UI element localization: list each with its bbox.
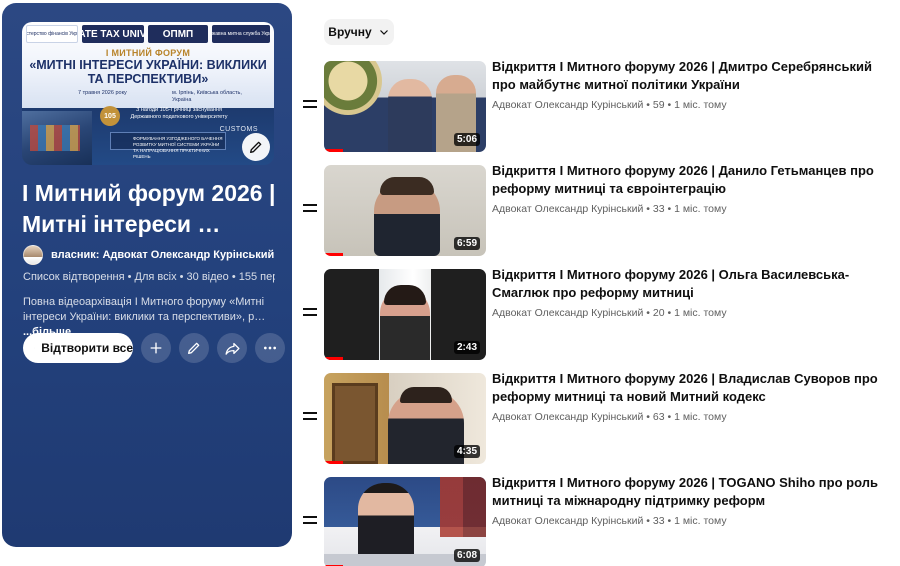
video-views: 20 [652,307,665,319]
playlist-video-item[interactable]: 5:06 Відкриття I Митного форуму 2026 | Д… [300,58,898,153]
logo-customs-service: Державна митна служба України [212,25,270,43]
video-thumbnail[interactable]: 5:06 [324,61,486,152]
video-thumbnail[interactable]: 4:35 [324,373,486,464]
video-meta: Адвокат Олександр Курінський • 20 • 1 мі… [492,307,727,319]
video-thumbnail[interactable]: 2:43 [324,269,486,360]
cover-pretitle: I МИТНИЙ ФОРУМ [105,48,191,58]
video-age: 1 міс. тому [674,411,727,423]
video-channel[interactable]: Адвокат Олександр Курінський [492,515,643,527]
drag-handle-icon[interactable] [303,516,317,526]
play-all-label: Відтворити все [41,341,133,355]
playlist-title: I Митний форум 2026 | Митні інтереси … [22,180,276,237]
drag-handle-icon[interactable] [303,100,317,110]
cover-date: 7 травня 2026 року [78,90,127,96]
playlist-owner[interactable]: власник: Адвокат Олександр Курінський [23,245,274,265]
drag-handle-icon[interactable] [303,204,317,214]
video-channel[interactable]: Адвокат Олександр Курінський [492,203,643,215]
video-age: 1 міс. тому [674,99,727,111]
video-duration: 6:59 [453,237,480,250]
cover-box-text: ФОРМУВАННЯ УЗГОДЖЕНОГО БАЧЕННЯ РОЗВИТКУ … [110,132,226,159]
video-title[interactable]: Відкриття I Митного форуму 2026 | Владис… [492,370,892,406]
watch-progress-bar [324,461,344,464]
playlist-header-panel: Міністерство фінансів України STU STATE … [2,3,292,547]
cover-badge-text: З нагоди 105-ї річниці заснування Держав… [130,107,228,120]
playlist-video-item[interactable]: 4:35 Відкриття I Митного форуму 2026 | В… [300,370,898,465]
more-actions-button[interactable] [255,333,285,363]
video-thumbnail[interactable]: 6:08 [324,477,486,566]
video-meta: Адвокат Олександр Курінський • 33 • 1 мі… [492,515,727,527]
video-age: 1 міс. тому [674,307,727,319]
video-channel[interactable]: Адвокат Олександр Курінський [492,411,643,423]
video-channel[interactable]: Адвокат Олександр Курінський [492,99,643,111]
edit-button[interactable] [179,333,209,363]
pencil-icon [250,141,262,153]
watch-progress-bar [324,149,344,152]
sort-button[interactable]: Вручну [324,19,394,45]
video-title[interactable]: Відкриття I Митного форуму 2026 | Дмитро… [492,58,892,94]
playlist-meta: Список відтворення • Для всіх • 30 відео… [23,271,275,283]
playlist-page: Міністерство фінансів України STU STATE … [0,0,900,566]
video-age: 1 міс. тому [674,515,727,527]
video-duration: 4:35 [453,445,480,458]
cover-customs-label: CUSTOMS [219,126,258,133]
playlist-cover[interactable]: Міністерство фінансів України STU STATE … [22,22,274,165]
sort-label: Вручну [328,25,372,39]
cover-logos: Міністерство фінансів України STU STATE … [26,25,270,43]
avatar[interactable] [23,245,43,265]
video-channel[interactable]: Адвокат Олександр Курінський [492,307,643,319]
video-title[interactable]: Відкриття I Митного форуму 2026 | TOGANO… [492,474,892,510]
edit-cover-button[interactable] [242,133,270,161]
pencil-icon [188,342,200,354]
playlist-video-item[interactable]: 6:59 Відкриття I Митного форуму 2026 | Д… [300,162,898,257]
watch-progress-bar [324,357,344,360]
video-title[interactable]: Відкриття I Митного форуму 2026 | Данило… [492,162,892,198]
video-meta: Адвокат Олександр Курінський • 33 • 1 мі… [492,203,727,215]
drag-handle-icon[interactable] [303,308,317,318]
owner-name[interactable]: власник: Адвокат Олександр Курінський [51,249,274,261]
video-views: 33 [652,203,665,215]
video-title[interactable]: Відкриття I Митного форуму 2026 | Ольга … [492,266,892,302]
more-horizontal-icon [264,346,276,350]
drag-handle-icon[interactable] [303,412,317,422]
video-meta: Адвокат Олександр Курінський • 63 • 1 мі… [492,411,727,423]
video-meta: Адвокат Олександр Курінський • 59 • 1 мі… [492,99,727,111]
video-age: 1 міс. тому [674,203,727,215]
video-views: 63 [652,411,665,423]
watch-progress-bar [324,253,344,256]
video-thumbnail[interactable]: 6:59 [324,165,486,256]
description-text: Повна відеоархівація I Митного форуму «М… [23,296,266,323]
cover-port-image [22,111,92,165]
logo-opmp: ОПМП [148,25,208,43]
cover-location: м. Ірпінь, Київська область, Україна [172,90,242,103]
chevron-down-icon [379,30,388,35]
video-views: 59 [652,99,665,111]
logo-stu: STU STATE TAX UNIVERSITY [82,25,144,43]
video-views: 33 [652,515,665,527]
logo-ministry: Міністерство фінансів України [26,25,78,43]
playlist-video-item[interactable]: 6:08 Відкриття I Митного форуму 2026 | T… [300,474,898,566]
play-all-button[interactable]: Відтворити все [23,333,133,363]
playlist-video-item[interactable]: 2:43 Відкриття I Митного форуму 2026 | О… [300,266,898,361]
cover-badge: 105 [100,106,120,126]
add-button[interactable] [141,333,171,363]
share-button[interactable] [217,333,247,363]
video-duration: 5:06 [453,133,480,146]
share-icon [224,342,240,355]
video-duration: 6:08 [453,549,480,562]
video-duration: 2:43 [453,341,480,354]
plus-icon [150,342,162,354]
cover-title: «МИТНІ ІНТЕРЕСИ УКРАЇНИ: ВИКЛИКИ ТА ПЕРС… [29,58,267,86]
playlist-actions: Відтворити все [23,333,285,363]
